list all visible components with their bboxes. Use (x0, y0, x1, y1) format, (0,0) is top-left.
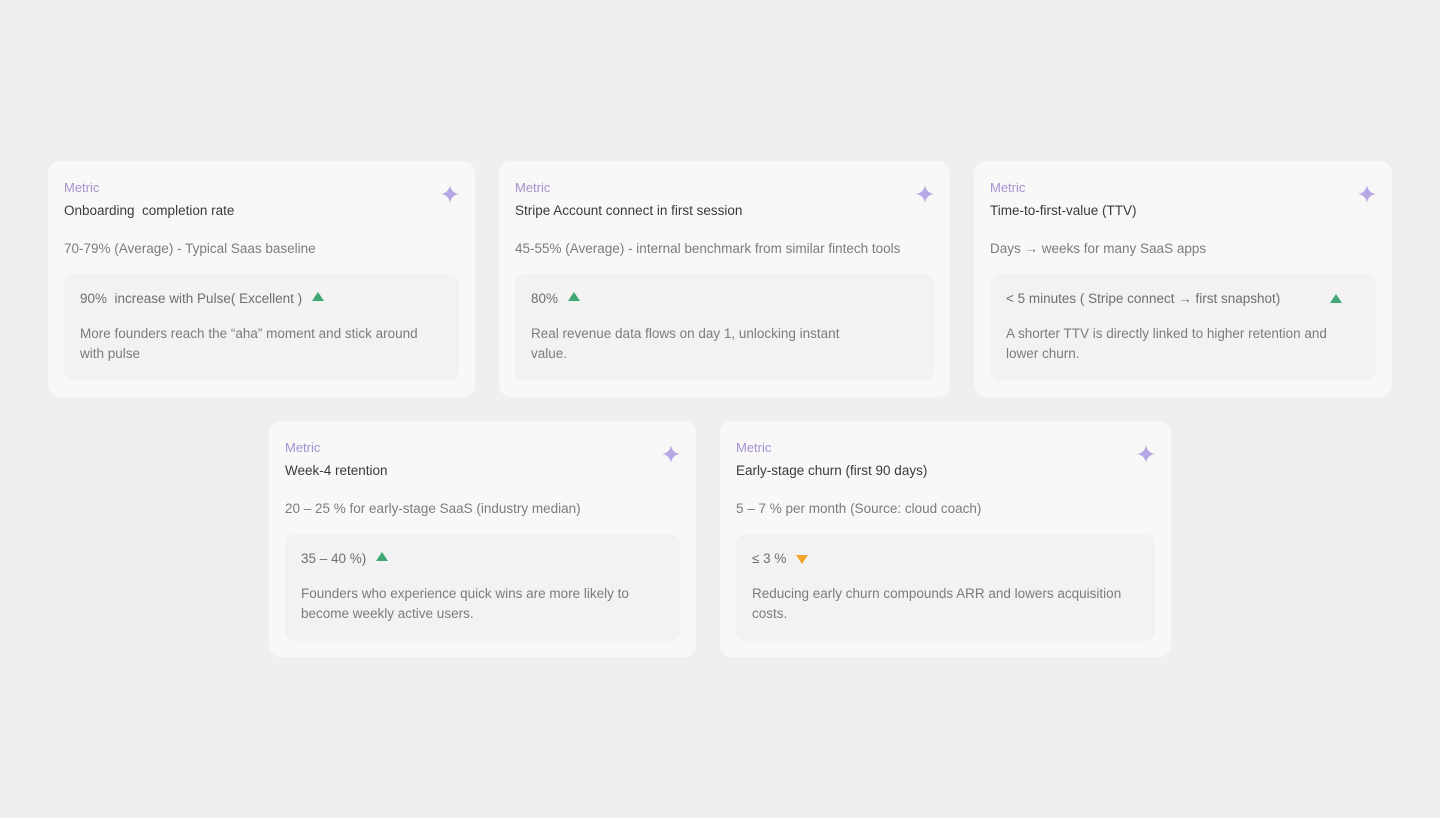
metric-card-ttv: Metric Time-to-first-value (TTV) Days → … (974, 161, 1392, 397)
metric-title: Early-stage churn (first 90 days) (736, 463, 928, 478)
metric-result-panel: 35 – 40 %) Founders who experience quick… (285, 534, 680, 641)
metric-title: Onboarding completion rate (64, 203, 235, 218)
triangle-up-icon (568, 292, 581, 301)
metric-result-panel: 90% increase with Pulse( Excellent ) Mor… (64, 274, 459, 381)
metric-result: < 5 minutes ( Stripe connect → first sna… (1006, 290, 1281, 306)
metric-result: 90% increase with Pulse( Excellent ) (80, 290, 303, 306)
metric-baseline: Days → weeks for many SaaS apps (990, 241, 1207, 256)
metric-label: Metric (285, 440, 321, 455)
metric-baseline: 20 – 25 % for early-stage SaaS (industry… (285, 501, 581, 516)
metric-title: Week-4 retention (285, 463, 388, 478)
sparkle-icon (662, 445, 680, 463)
triangle-up-icon (1330, 294, 1342, 303)
sparkle-icon (1137, 445, 1155, 463)
metric-label: Metric (736, 440, 772, 455)
triangle-up-icon (376, 552, 389, 561)
metric-card-stripe-connect: Metric Stripe Account connect in first s… (499, 161, 950, 397)
metric-card-early-churn: Metric Early-stage churn (first 90 days)… (720, 421, 1171, 657)
metric-result-panel: 80% Real revenue data flows on day 1, un… (515, 274, 934, 381)
metric-baseline: 45-55% (Average) - internal benchmark fr… (515, 241, 901, 256)
metric-result-panel: < 5 minutes ( Stripe connect → first sna… (990, 274, 1376, 381)
metric-baseline: 5 – 7 % per month (Source: cloud coach) (736, 501, 982, 516)
metric-card-onboarding: Metric Onboarding completion rate 70-79%… (48, 161, 475, 397)
triangle-up-icon (312, 292, 325, 301)
metric-description: More founders reach the “aha” moment and… (80, 326, 418, 361)
metric-label: Metric (64, 180, 100, 195)
metric-description: Founders who experience quick wins are m… (301, 586, 629, 621)
metric-description: Reducing early churn compounds ARR and l… (752, 586, 1122, 621)
triangle-down-icon (796, 554, 809, 564)
metric-baseline: 70-79% (Average) - Typical Saas baseline (64, 241, 316, 256)
metric-result-panel: ≤ 3 % Reducing early churn compounds ARR… (736, 534, 1155, 641)
metric-result: 35 – 40 %) (301, 550, 367, 566)
metric-result: ≤ 3 % (752, 550, 787, 566)
sparkle-icon (1358, 185, 1376, 203)
metric-title: Time-to-first-value (TTV) (990, 203, 1137, 218)
metric-title: Stripe Account connect in first session (515, 203, 743, 218)
sparkle-icon (441, 185, 459, 203)
metric-description: Real revenue data flows on day 1, unlock… (531, 326, 840, 361)
metric-description: A shorter TTV is directly linked to high… (1006, 326, 1327, 361)
metric-label: Metric (515, 180, 551, 195)
metric-label: Metric (990, 180, 1026, 195)
sparkle-icon (916, 185, 934, 203)
metric-card-week4-retention: Metric Week-4 retention 20 – 25 % for ea… (269, 421, 696, 657)
metric-result: 80% (531, 290, 559, 306)
